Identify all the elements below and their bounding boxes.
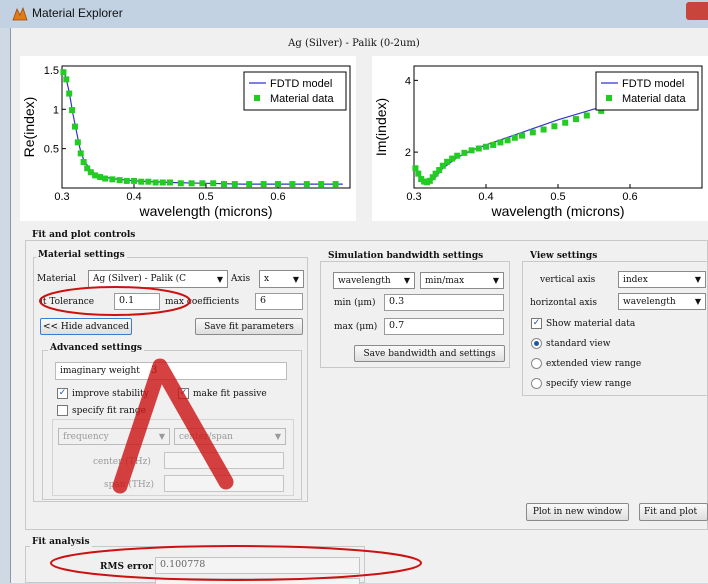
annotation-layer xyxy=(39,286,422,581)
annotation-ellipse-rms-error xyxy=(50,545,422,581)
annotation-arrow-imaginary-weight xyxy=(112,358,234,494)
annotation-ellipse-fit-tolerance xyxy=(39,286,191,316)
